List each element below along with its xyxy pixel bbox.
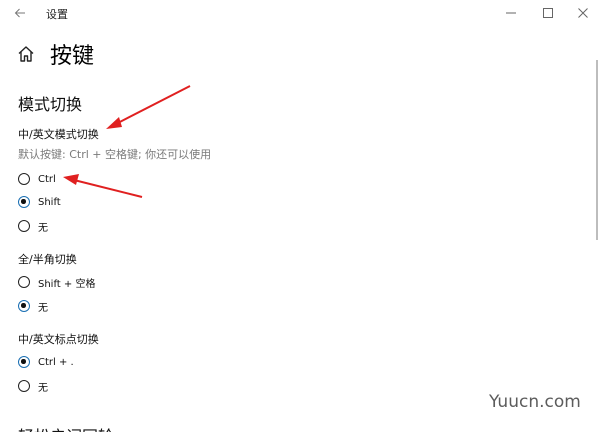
page-title: 按键 <box>50 44 95 69</box>
radio-option-shift-space[interactable]: Shift + 空格 <box>18 273 95 291</box>
maximize-button[interactable] <box>538 4 558 22</box>
annotation-arrow-group-title <box>106 85 191 129</box>
annotation-arrow-ctrl-option <box>63 174 143 198</box>
group-title-mode-switch: 中/英文模式切换 <box>18 128 99 141</box>
radio-option-shift[interactable]: Shift <box>18 193 61 211</box>
home-button[interactable] <box>17 45 35 63</box>
radio-button[interactable] <box>18 300 30 312</box>
close-icon <box>578 8 588 18</box>
radio-label: 无 <box>38 222 48 234</box>
radio-option-ctrl-dot[interactable]: Ctrl + . <box>18 353 74 371</box>
next-section-title: 轻松启词同轮 <box>18 423 114 432</box>
section-title: 模式切换 <box>18 95 83 114</box>
group-title-punctuation-switch: 中/英文标点切换 <box>18 333 99 346</box>
home-icon <box>18 46 34 62</box>
back-button[interactable] <box>10 4 30 22</box>
radio-option-none[interactable]: 无 <box>18 297 48 315</box>
group-title-width-switch: 全/半角切换 <box>18 253 77 266</box>
minimize-icon <box>506 12 516 14</box>
radio-label: Shift <box>38 196 61 208</box>
radio-button[interactable] <box>18 380 30 392</box>
radio-option-ctrl[interactable]: Ctrl <box>18 170 56 188</box>
radio-label: Ctrl + . <box>38 356 74 368</box>
maximize-icon <box>543 8 553 18</box>
close-button[interactable] <box>573 4 593 22</box>
radio-option-none[interactable]: 无 <box>18 377 48 395</box>
radio-label: 无 <box>38 382 48 394</box>
title-bar: 设置 <box>0 0 600 28</box>
radio-button[interactable] <box>18 356 30 368</box>
radio-button[interactable] <box>18 276 30 288</box>
radio-label: Ctrl <box>38 173 56 185</box>
radio-label: Shift + 空格 <box>38 278 96 290</box>
hint-text: 默认按键: Ctrl + 空格键; 你还可以使用 <box>18 148 212 161</box>
radio-label: 无 <box>38 302 48 314</box>
minimize-button[interactable] <box>501 4 521 22</box>
watermark: Yuucn.com <box>489 392 581 412</box>
radio-button[interactable] <box>18 196 30 208</box>
radio-button[interactable] <box>18 220 30 232</box>
app-title: 设置 <box>46 8 68 21</box>
scrollbar[interactable] <box>596 60 598 240</box>
radio-option-none[interactable]: 无 <box>18 217 48 235</box>
radio-button[interactable] <box>18 173 30 185</box>
back-arrow-icon <box>14 8 25 18</box>
